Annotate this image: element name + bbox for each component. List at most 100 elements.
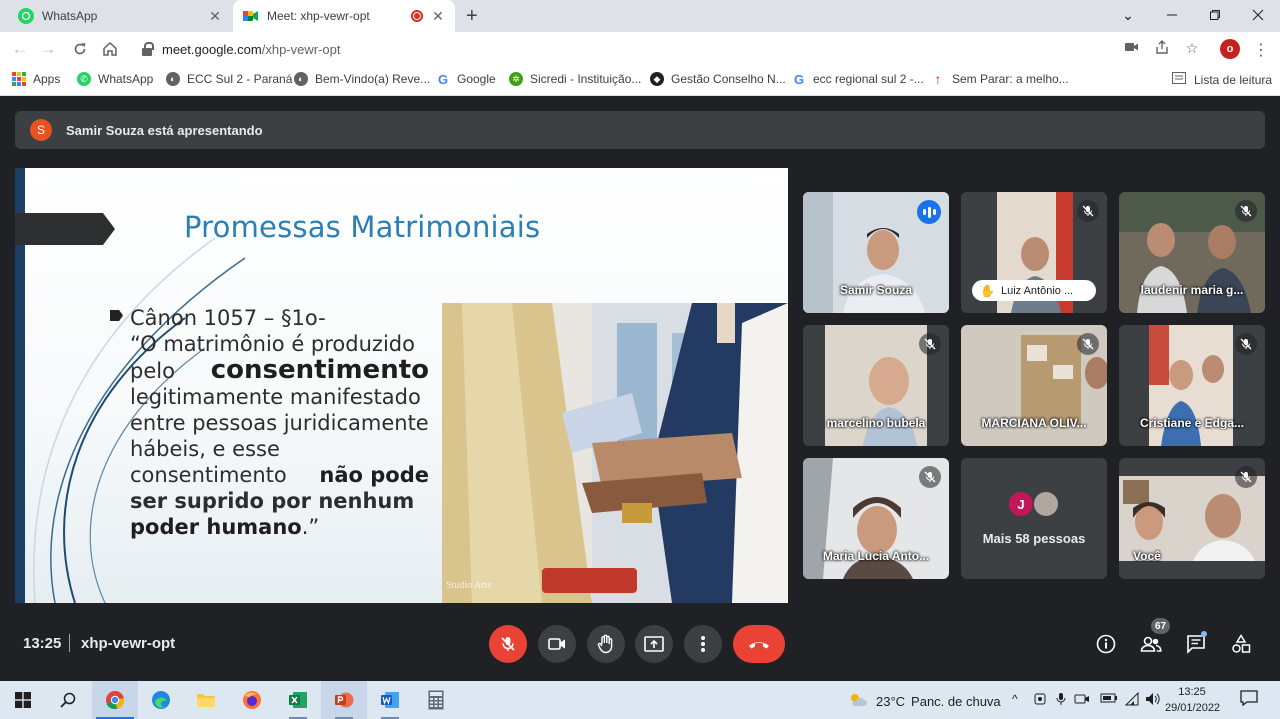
participant-tile-samir[interactable]: Samir Souza (803, 192, 949, 313)
sicredi-icon: ✲ (509, 72, 523, 86)
presenter-banner: S Samir Souza está apresentando (15, 111, 1265, 149)
participant-tile-marciana[interactable]: MARCIANA OLIV... (961, 325, 1107, 446)
bookmark-ecc-sul[interactable]: ◐ ECC Sul 2 - Paraná (166, 72, 292, 86)
system-time: 13:25 (1178, 686, 1206, 698)
taskbar-chrome[interactable] (92, 681, 138, 719)
whatsapp-icon (18, 8, 34, 24)
camera-toggle-button[interactable] (538, 625, 576, 663)
bookmark-google[interactable]: G Google (436, 71, 496, 87)
slide-title: Promessas Matrimoniais (184, 210, 541, 244)
meeting-details-button[interactable] (1094, 633, 1118, 655)
raise-hand-icon (597, 634, 613, 654)
tab-whatsapp[interactable]: WhatsApp ✕ (8, 0, 232, 32)
bookmark-apps[interactable]: Apps (12, 72, 60, 86)
reading-list-button[interactable]: Lista de leitura (1172, 72, 1272, 87)
search-button[interactable] (45, 681, 91, 719)
taskbar-word[interactable] (367, 681, 413, 719)
participant-avatar-photo (1032, 490, 1060, 518)
taskbar-edge[interactable] (138, 681, 184, 719)
weather-widget[interactable]: 23°C Panc. de chuva (848, 692, 1001, 711)
participant-tile-maria-lucia[interactable]: Maria Lucia Anto... (803, 458, 949, 579)
close-window-button[interactable] (1236, 0, 1280, 30)
slide-line: pelo consentimento (130, 357, 429, 384)
google-icon: G (437, 71, 449, 87)
taskbar-calculator[interactable] (413, 681, 459, 719)
taskbar-firefox[interactable] (229, 681, 275, 719)
camera-in-use-icon[interactable] (1123, 40, 1141, 58)
profile-avatar[interactable]: o (1220, 39, 1240, 59)
more-participants-tile[interactable]: J Mais 58 pessoas (961, 458, 1107, 579)
raised-hand-icon: ✋ (980, 283, 995, 298)
tab-title: Meet: xhp-vewr-opt (267, 9, 370, 23)
microphone-tray-icon[interactable] (1056, 692, 1066, 709)
system-date: 29/01/2022 (1165, 702, 1221, 714)
reload-button[interactable] (68, 38, 92, 60)
tab-search-icon[interactable]: ⌄ (1106, 0, 1150, 30)
bookmark-sem-parar[interactable]: ↑ Sem Parar: a melho... (931, 71, 1069, 87)
more-participants-avatars: J (1007, 490, 1060, 518)
slide-line: poder humano.” (130, 514, 429, 540)
participant-tile-self[interactable]: Você (1119, 458, 1265, 579)
meet-tray-icon[interactable] (1034, 692, 1048, 709)
present-now-button[interactable] (635, 625, 673, 663)
divider (69, 634, 70, 652)
slide-line: ser suprido por nenhum (130, 489, 415, 513)
notifications-button[interactable] (1240, 690, 1258, 709)
back-button[interactable]: ← (8, 38, 32, 60)
slide-line: entre pessoas juridicamente (130, 411, 429, 435)
volume-icon[interactable] (1145, 692, 1161, 709)
raise-hand-button[interactable] (587, 625, 625, 663)
bookmark-bem-vindo[interactable]: ◐ Bem-Vindo(a) Reve... (294, 72, 430, 86)
url-field[interactable]: meet.google.com/xhp-vewr-opt (132, 36, 1207, 62)
activities-button[interactable] (1229, 633, 1253, 655)
slide-arrow-decoration (15, 213, 115, 245)
more-options-button[interactable] (684, 625, 722, 663)
info-icon (1096, 634, 1116, 654)
system-clock[interactable]: 13:25 29/01/2022 (1165, 684, 1221, 716)
start-button[interactable] (0, 681, 46, 719)
search-icon (60, 692, 76, 708)
taskbar-file-explorer[interactable] (183, 681, 229, 719)
bookmark-ecc-regional[interactable]: G ecc regional sul 2 -... (792, 72, 924, 87)
participant-name: Cristiane e Edga... (1139, 416, 1245, 430)
muted-mic-icon (919, 333, 941, 355)
share-icon[interactable] (1153, 40, 1171, 58)
bookmark-label: Sicredi - Instituição... (530, 72, 642, 86)
battery-icon[interactable] (1100, 692, 1118, 707)
participant-name: MARCIANA OLIV... (981, 416, 1087, 430)
taskbar-excel[interactable] (275, 681, 321, 719)
tab-meet[interactable]: Meet: xhp-vewr-opt ✕ (233, 0, 455, 32)
forward-button[interactable]: → (36, 38, 60, 60)
show-hidden-icons-button[interactable]: ^ (1012, 692, 1018, 706)
slide-word-bold: não pode (319, 463, 429, 487)
camera-tray-icon[interactable] (1074, 692, 1090, 709)
tab-strip: WhatsApp ✕ Meet: xhp-vewr-opt ✕ + ⌄ (0, 0, 1280, 32)
show-everyone-button[interactable] (1139, 633, 1163, 655)
new-tab-button[interactable]: + (466, 5, 478, 28)
leave-call-button[interactable] (733, 625, 785, 663)
close-tab-icon[interactable]: ✕ (429, 8, 447, 25)
participant-tile-cristiane[interactable]: Cristiane e Edga... (1119, 325, 1265, 446)
close-tab-icon[interactable]: ✕ (206, 8, 224, 25)
chrome-icon (106, 691, 125, 710)
restore-button[interactable] (1193, 0, 1237, 30)
participant-tile-marcelino[interactable]: marcelino bubela (803, 325, 949, 446)
meeting-clock: 13:25 (23, 635, 62, 652)
bookmark-star-icon[interactable]: ☆ (1183, 40, 1201, 58)
bookmark-whatsapp[interactable]: ✆ WhatsApp (77, 72, 153, 86)
home-button[interactable] (98, 38, 122, 60)
bookmark-label: ECC Sul 2 - Paraná (187, 72, 293, 86)
microphone-toggle-button[interactable] (489, 625, 527, 663)
people-icon (1140, 636, 1162, 652)
browser-menu-icon[interactable]: ⋮ (1252, 40, 1270, 59)
windows-taskbar: 23°C Panc. de chuva ^ 13:25 29/01/2022 (0, 681, 1280, 719)
wifi-icon[interactable] (1124, 691, 1140, 709)
minimize-button[interactable] (1150, 0, 1194, 30)
taskbar-powerpoint[interactable] (321, 681, 367, 719)
bookmark-sicredi[interactable]: ✲ Sicredi - Instituição... (509, 72, 641, 86)
participant-tile-laudenir[interactable]: laudenir maria g... (1119, 192, 1265, 313)
bookmark-gestao[interactable]: ◆ Gestão Conselho N... (650, 72, 786, 86)
presenter-avatar: S (30, 119, 52, 141)
hang-up-icon (749, 642, 769, 649)
participant-tile-luiz[interactable]: ✋ Luiz Antônio ... (961, 192, 1107, 313)
